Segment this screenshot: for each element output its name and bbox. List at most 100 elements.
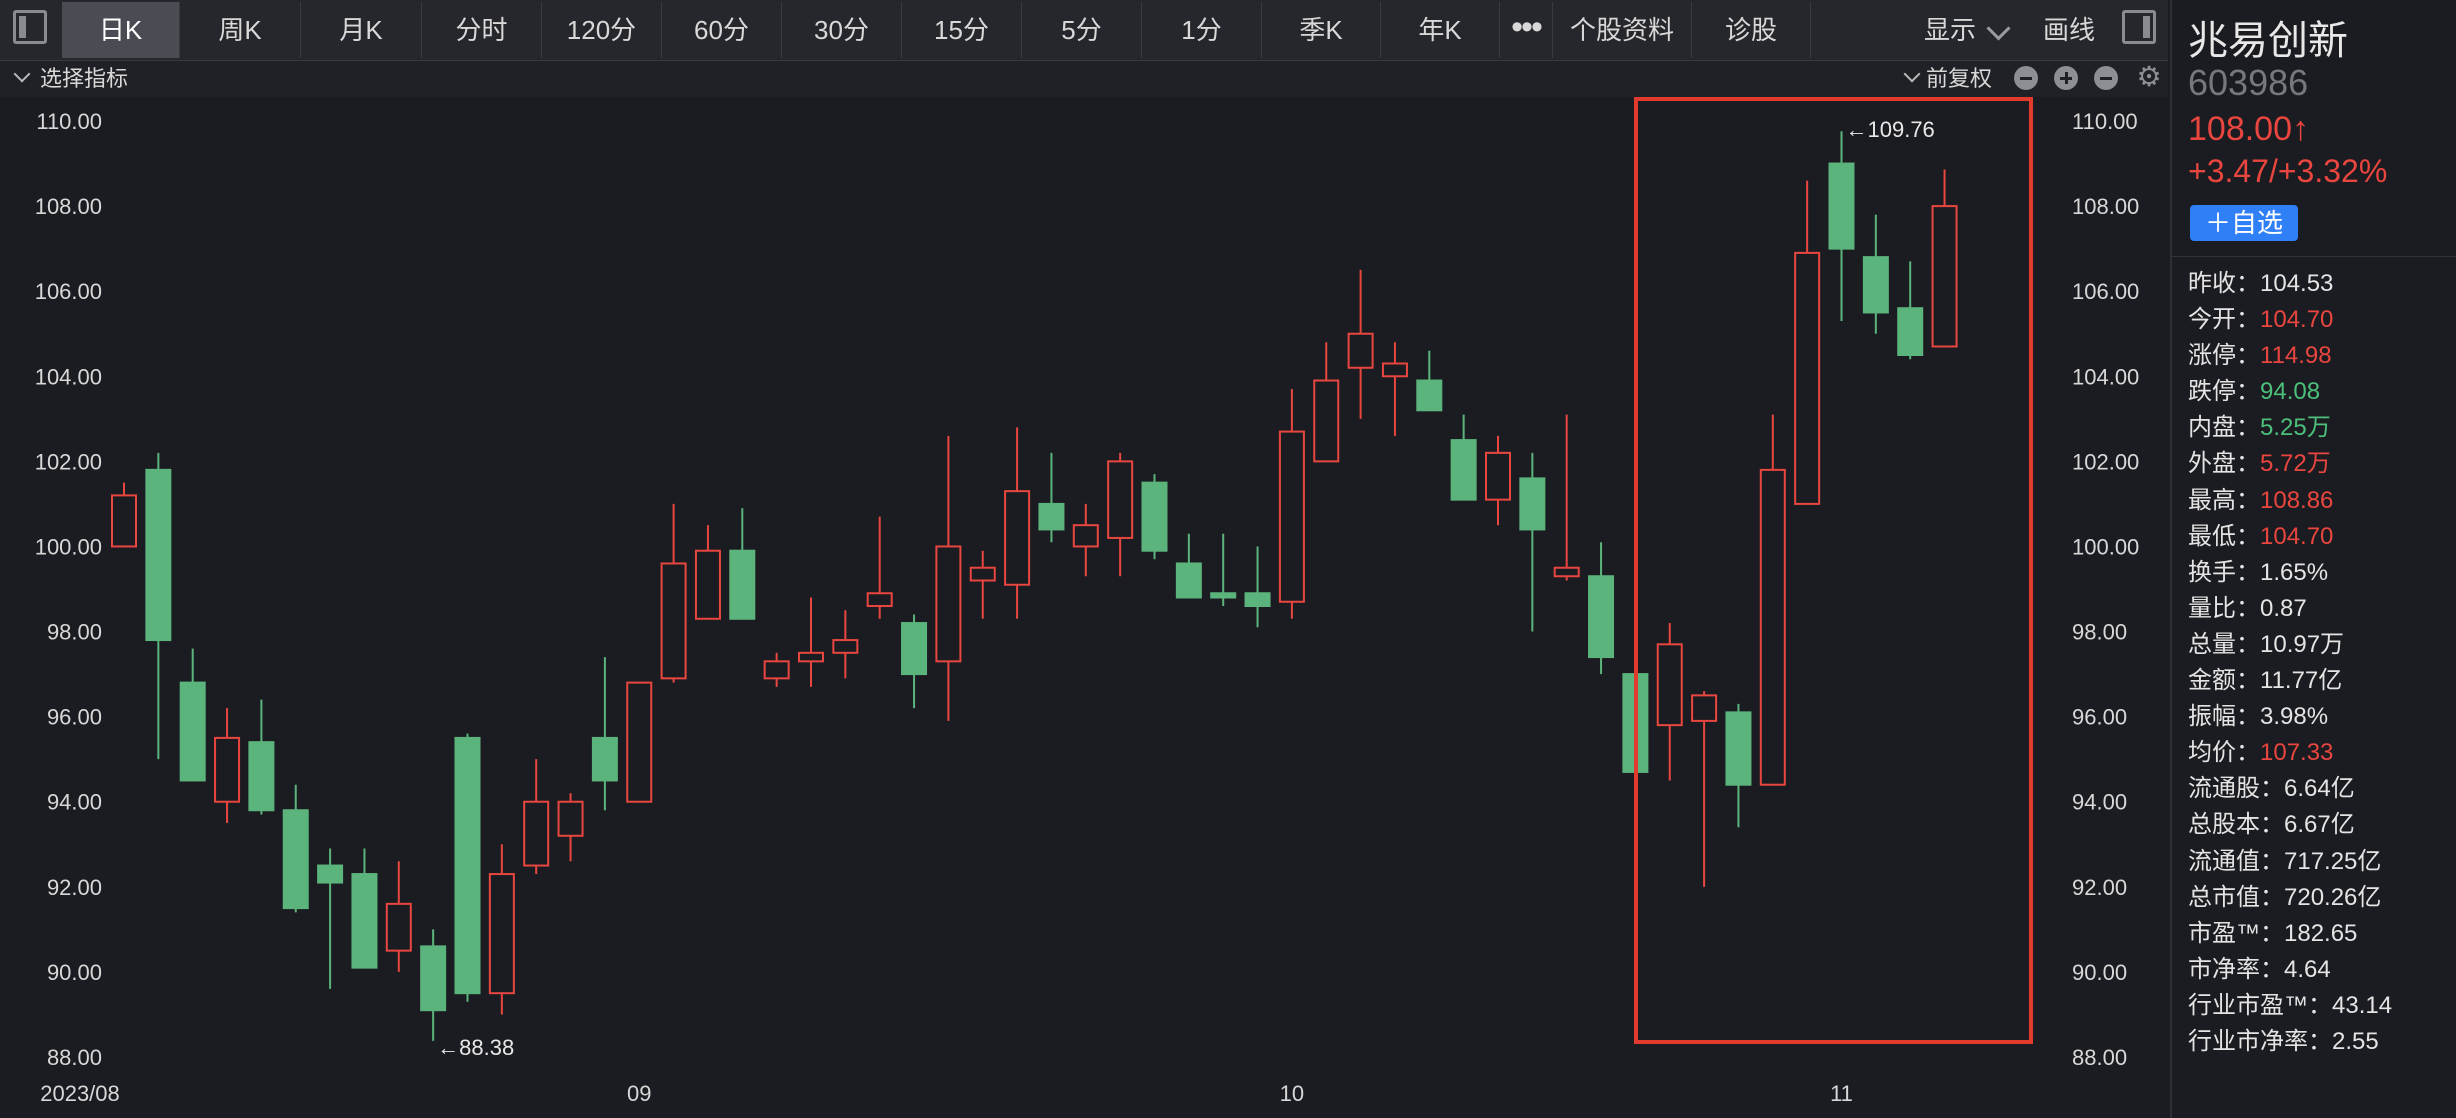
y-tick-label-left: 102.00: [35, 449, 102, 474]
stat-row: 均价：107.33: [2188, 735, 2392, 771]
candlestick-chart[interactable]: 110.00 108.00 106.00 104.00 102.00 100.00 98.0…: [0, 97, 2168, 1118]
stat-label: 行业市净率：: [2188, 1027, 2332, 1055]
toggle-left-panel-icon[interactable]: [13, 10, 47, 44]
stat-row: 总量：10.97万: [2188, 627, 2392, 663]
stat-label: 量比：: [2188, 594, 2260, 622]
select-indicator-button[interactable]: 选择指标: [40, 62, 128, 96]
x-axis: 2023/08 09 10 11: [40, 1081, 1853, 1106]
stat-value: 10.97万: [2260, 630, 2345, 658]
stat-label: 昨收：: [2188, 270, 2260, 297]
candle: [1450, 414, 1477, 501]
stat-label: 流通股：: [2188, 775, 2284, 803]
candle: [1313, 342, 1340, 463]
display-menu-button[interactable]: 显示: [1924, 2, 1976, 58]
toggle-right-panel-icon[interactable]: [2122, 10, 2156, 44]
stat-label: 行业市盈™：: [2188, 991, 2332, 1019]
tab-yearly-k[interactable]: 年K: [1381, 2, 1500, 58]
draw-line-button[interactable]: 画线: [2043, 2, 2095, 58]
y-tick-label-right: 102.00: [2072, 449, 2139, 474]
stat-row: 今开：104.70: [2188, 302, 2392, 338]
tab-15min[interactable]: 15分: [902, 2, 1022, 58]
y-tick-label-left: 106.00: [35, 279, 102, 304]
candle-body: [1072, 524, 1099, 548]
gear-icon[interactable]: ⚙: [2134, 62, 2164, 92]
zoom-out-icon[interactable]: [2014, 66, 2038, 90]
stat-label: 涨停：: [2188, 342, 2260, 370]
more-periods-icon[interactable]: •••: [1500, 2, 1553, 58]
stat-row: 市盈™：182.65: [2188, 916, 2392, 952]
tab-60min[interactable]: 60分: [662, 2, 782, 58]
stock-change: +3.47/+3.32%: [2188, 153, 2388, 189]
candle-body: [1313, 379, 1340, 463]
y-tick-label-right: 110.00: [2072, 109, 2138, 134]
candle: [901, 614, 928, 709]
tab-30min[interactable]: 30分: [782, 2, 902, 58]
y-tick-label-right: 94.00: [2072, 790, 2127, 815]
candle: [1278, 389, 1305, 619]
candle: [1588, 542, 1615, 675]
candle-body: [1450, 439, 1477, 501]
candle-body: [145, 468, 172, 642]
stat-row: 内盘：5.25万: [2188, 410, 2392, 446]
candle: [1656, 623, 1683, 781]
stat-label: 跌停：: [2188, 378, 2260, 406]
candle-body: [1828, 162, 1855, 250]
candle-body: [1210, 592, 1237, 599]
tab-daily-k[interactable]: 日K: [62, 2, 180, 58]
candle: [523, 759, 550, 875]
candle: [729, 508, 756, 620]
candle-body: [935, 545, 962, 663]
candle: [282, 784, 309, 913]
candle-body: [1141, 481, 1168, 552]
candle: [626, 681, 653, 803]
stat-value: 107.33: [2260, 739, 2334, 767]
minus-icon[interactable]: [2094, 66, 2118, 90]
candle-body: [1485, 451, 1511, 501]
candle: [351, 848, 378, 969]
tab-120min[interactable]: 120分: [542, 2, 662, 58]
y-tick-label-left: 88.00: [47, 1045, 102, 1070]
zoom-in-icon[interactable]: [2054, 66, 2078, 90]
stat-row: 市净率：4.64: [2188, 952, 2392, 988]
stat-value: 5.72万: [2260, 450, 2331, 478]
stat-value: 104.70: [2260, 522, 2334, 550]
candle-body: [1175, 562, 1202, 599]
candle-body: [591, 736, 618, 782]
price-adjust-dropdown[interactable]: 前复权: [1926, 62, 1992, 96]
y-tick-label-left: 108.00: [35, 194, 102, 219]
candle-body: [798, 651, 824, 663]
stock-name: 兆易创新: [2188, 19, 2348, 63]
tab-monthly-k[interactable]: 月K: [301, 2, 422, 58]
y-tick-label-left: 94.00: [47, 790, 102, 815]
candle-body: [1794, 251, 1821, 505]
candle-body: [729, 549, 756, 620]
tab-weekly-k[interactable]: 周K: [180, 2, 301, 58]
candle: [1828, 131, 1855, 321]
stat-value: 720.26亿: [2284, 883, 2382, 911]
tab-quarterly-k[interactable]: 季K: [1262, 2, 1381, 58]
stat-row: 最高：108.86: [2188, 483, 2392, 519]
tab-diagnosis[interactable]: 诊股: [1692, 2, 1811, 58]
candle-body: [1588, 575, 1615, 659]
max-price-annotation: ←109.76: [1846, 117, 1935, 142]
stat-value: 6.64亿: [2284, 775, 2355, 803]
stat-value: 94.08: [2260, 378, 2321, 406]
candle: [1416, 350, 1443, 412]
candle: [763, 652, 790, 687]
stat-value: 717.25亿: [2284, 847, 2382, 875]
candle-body: [1656, 643, 1683, 727]
tab-1min[interactable]: 1分: [1142, 2, 1262, 58]
tab-5min[interactable]: 5分: [1022, 2, 1142, 58]
tab-company-profile[interactable]: 个股资料: [1553, 2, 1692, 58]
candle-body: [385, 902, 412, 952]
stat-label: 市盈™：: [2188, 919, 2284, 947]
candle-body: [1862, 256, 1889, 314]
candle: [1553, 414, 1580, 581]
stat-label: 总市值：: [2188, 883, 2284, 911]
tab-intraday[interactable]: 分时: [422, 2, 542, 58]
y-tick-label-right: 90.00: [2072, 960, 2127, 985]
candle-body: [1244, 592, 1271, 608]
candle: [1347, 269, 1374, 419]
add-watchlist-button[interactable]: ＋自选: [2190, 205, 2298, 241]
candle: [488, 844, 515, 1015]
